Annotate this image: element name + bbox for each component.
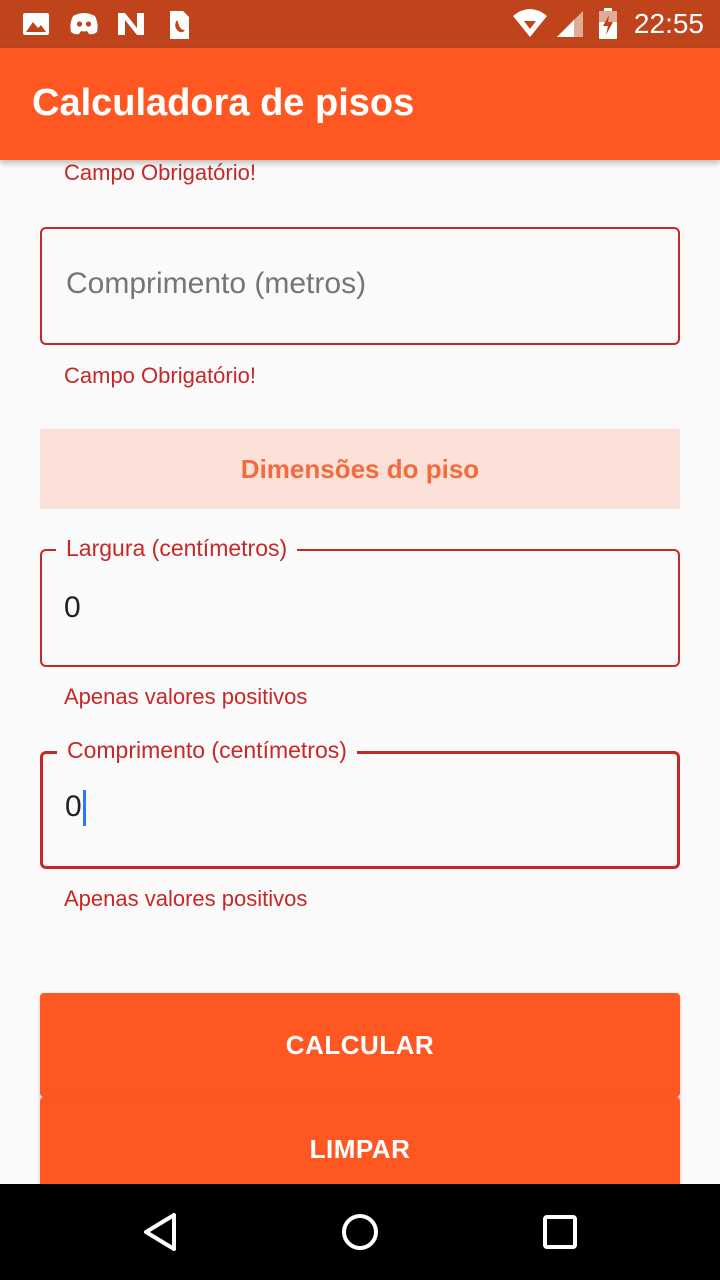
discord-icon xyxy=(70,13,98,35)
wifi-icon xyxy=(513,9,547,37)
largura-cm-input[interactable]: Largura (centímetros) 0 xyxy=(40,535,680,667)
n-logo-icon xyxy=(118,13,144,35)
section-title: Dimensões do piso xyxy=(240,453,480,484)
recents-icon[interactable] xyxy=(542,1212,578,1252)
comprimento-cm-value: 0 xyxy=(65,790,82,823)
sim-card-icon xyxy=(170,11,189,39)
battery-charging-icon xyxy=(599,8,617,39)
largura-cm-value: 0 xyxy=(64,591,81,624)
comprimento-cm-value-wrap: 0 xyxy=(65,790,86,827)
largura-cm-error: Apenas valores positivos xyxy=(64,684,308,709)
form-content[interactable]: Campo Obrigatório! Comprimento (metros) … xyxy=(0,160,720,1184)
text-cursor xyxy=(82,790,86,827)
page-title: Calculadora de pisos xyxy=(32,82,415,124)
comprimento-metros-input[interactable]: Comprimento (metros) xyxy=(40,227,680,345)
section-header-dimensoes: Dimensões do piso xyxy=(40,429,680,509)
status-bar: 22:55 xyxy=(0,0,720,48)
clock-time: 22:55 xyxy=(633,8,704,39)
comprimento-cm-error: Apenas valores positivos xyxy=(64,886,308,911)
image-icon xyxy=(23,13,49,35)
home-icon[interactable] xyxy=(340,1212,380,1252)
calcular-button-label: CALCULAR xyxy=(285,1029,435,1060)
signal-icon xyxy=(557,11,583,37)
limpar-button[interactable]: LIMPAR xyxy=(40,1097,680,1184)
app-bar: Calculadora de pisos xyxy=(0,48,720,160)
comprimento-cm-label: Comprimento (centímetros) xyxy=(57,737,357,764)
top-field-error: Campo Obrigatório! xyxy=(64,160,256,185)
comprimento-metros-placeholder: Comprimento (metros) xyxy=(66,267,367,300)
navigation-bar xyxy=(0,1184,720,1280)
comprimento-metros-error: Campo Obrigatório! xyxy=(64,363,256,388)
calcular-button[interactable]: CALCULAR xyxy=(40,993,680,1097)
largura-cm-label: Largura (centímetros) xyxy=(56,535,298,562)
back-icon[interactable] xyxy=(140,1212,180,1252)
comprimento-cm-input[interactable]: Comprimento (centímetros) 0 xyxy=(40,737,680,869)
limpar-button-label: LIMPAR xyxy=(309,1133,411,1164)
